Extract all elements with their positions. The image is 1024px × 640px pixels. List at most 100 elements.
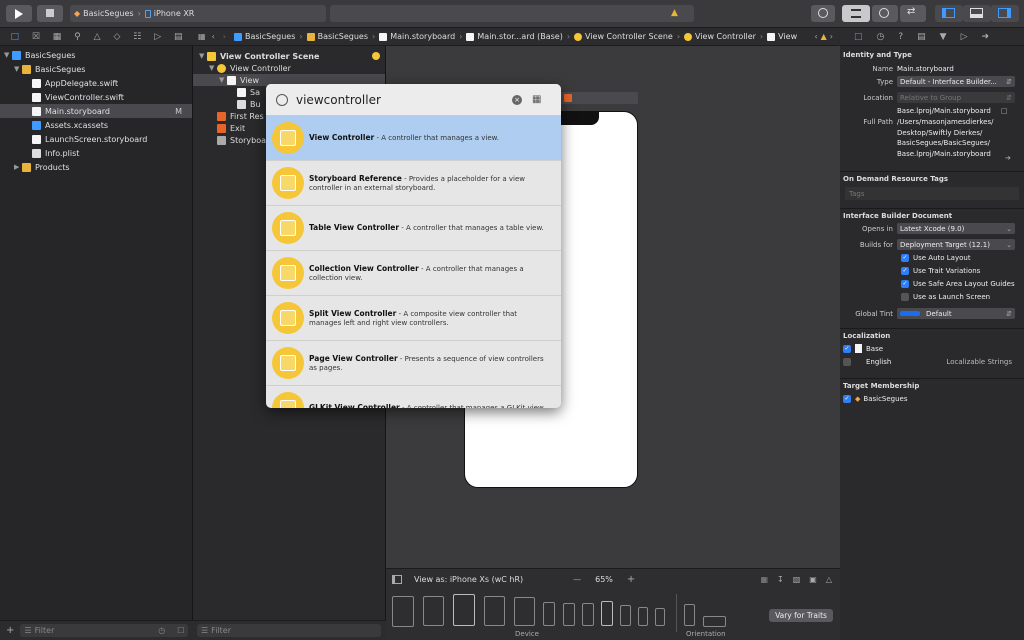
scm-filter-icon[interactable]: ☐ [177,626,184,635]
breadcrumb-item[interactable]: Main.storyboard [390,32,455,41]
device-iphone-xs-max[interactable] [543,602,555,626]
disclosure-open-icon[interactable]: ▼ [14,65,22,73]
size-inspector-icon[interactable]: ▷ [961,32,968,42]
test-icon[interactable]: ◇ [113,32,120,42]
outline-toggle-icon[interactable] [392,574,402,584]
toggle-debug-button[interactable] [963,5,991,22]
outline-filter-field[interactable]: ☰ Filter [197,624,381,637]
library-item[interactable]: Table View Controller - A controller tha… [266,206,561,251]
option-checkbox[interactable]: ✓ [901,266,909,275]
warning-icon[interactable]: ▲ [821,32,827,41]
breadcrumb-item[interactable]: BasicSegues [318,32,368,41]
membership-checkbox[interactable]: ✓ [843,394,851,403]
builds-for-popup[interactable]: Deployment Target (12.1) ⌄ [897,239,1015,250]
library-item[interactable]: Page View Controller - Presents a sequen… [266,341,561,386]
folder-icon[interactable]: □ [1001,107,1008,115]
file-inspector-icon[interactable]: □ [854,32,863,42]
opens-in-popup[interactable]: Latest Xcode (9.0) ⌄ [897,223,1015,234]
library-item[interactable]: GLKit View Controller - A controller tha… [266,386,561,408]
history-icon[interactable]: ◷ [877,32,885,42]
assistant-editor-button[interactable] [872,5,898,22]
folder-icon[interactable]: □ [10,32,19,42]
navigator-item[interactable]: ▶ Products [0,160,192,174]
global-tint-popup[interactable]: Default ⇵ [897,308,1015,319]
breadcrumb-item[interactable]: View Controller Scene [585,32,673,41]
forward-icon[interactable]: › [223,32,226,41]
navigator-item[interactable]: ▼ BasicSegues [0,48,192,62]
tags-field[interactable]: Tags [845,187,1019,200]
zoom-out-button[interactable]: — [573,575,581,584]
reveal-arrow-icon[interactable]: ➔ [1005,154,1011,162]
localization-type-popup[interactable]: Localizable Strings [946,358,1012,366]
breadcrumb-item[interactable]: Main.stor...ard (Base) [477,32,562,41]
library-button[interactable] [811,5,835,22]
navigator-item[interactable]: Main.storyboard M [0,104,192,118]
grid-view-icon[interactable]: ▦ [532,94,541,105]
connections-inspector-icon[interactable]: ➜ [982,32,990,42]
device-ipad-air[interactable] [484,596,505,626]
standard-editor-button[interactable] [842,5,870,22]
device-iphone-8-plus[interactable] [582,603,594,626]
library-item[interactable]: Split View Controller - A composite view… [266,296,561,341]
outline-item[interactable]: ▼ View Controller [193,62,385,74]
device-iphone-4s[interactable] [655,608,665,626]
attributes-inspector-icon[interactable]: ▼ [940,32,947,42]
identity-inspector-icon[interactable]: ▤ [917,32,926,42]
breakpoint-icon[interactable]: ▷ [154,32,161,42]
navigator-item[interactable]: ▼ BasicSegues [0,62,192,76]
device-iphone-xr[interactable] [563,603,575,626]
outline-item[interactable]: ▼ View Controller Scene [193,50,385,62]
align-icon[interactable]: ▧ [793,575,801,584]
orientation-portrait[interactable] [684,604,695,626]
navigator-item[interactable]: ViewController.swift [0,90,192,104]
recent-icon[interactable]: ◷ [158,626,165,635]
debug-icon[interactable]: ☷ [133,32,141,42]
pin-icon[interactable]: ▣ [809,575,817,584]
report-icon[interactable]: ▤ [174,32,183,42]
help-icon[interactable]: ? [898,32,903,42]
resolve-issues-icon[interactable]: △ [826,575,832,584]
library-item[interactable]: View Controller - A controller that mana… [266,116,561,161]
prev-issue-icon[interactable]: ‹ [814,32,817,41]
option-checkbox[interactable]: ✓ [901,279,909,288]
scheme-selector[interactable]: ◆ BasicSegues › iPhone XR [70,5,326,22]
embed-icon[interactable]: ↧ [777,575,784,584]
issue-icon[interactable]: △ [94,32,101,42]
disclosure-open-icon[interactable]: ▼ [199,52,207,60]
device-ipad-mini[interactable] [514,597,535,626]
localization-checkbox[interactable] [843,357,851,366]
next-issue-icon[interactable]: › [830,32,833,41]
library-item[interactable]: Storyboard Reference - Provides a placeh… [266,161,561,206]
device-iphone-se[interactable] [638,607,648,626]
source-control-icon[interactable]: ☒ [32,32,40,42]
disclosure-open-icon[interactable]: ▼ [219,76,227,84]
vary-for-traits-button[interactable]: Vary for Traits [769,609,833,622]
disclosure-open-icon[interactable]: ▼ [209,64,217,72]
related-items-icon[interactable]: ▦ [198,32,206,41]
search-icon[interactable]: ⚲ [74,32,81,42]
option-checkbox[interactable] [901,292,909,301]
symbol-icon[interactable]: ▦ [53,32,62,42]
breadcrumb-item[interactable]: BasicSegues [245,32,295,41]
update-frames-icon[interactable]: ▦ [760,575,768,584]
option-checkbox[interactable]: ✓ [901,253,909,262]
navigator-item[interactable]: Assets.xcassets [0,118,192,132]
library-item[interactable]: Collection View Controller - A controlle… [266,251,561,296]
zoom-in-button[interactable]: + [627,574,635,585]
view-as-label[interactable]: View as: iPhone Xs (wC hR) [414,575,523,584]
navigator-filter-field[interactable]: ☰ Filter ◷ ☐ [20,624,189,637]
toggle-navigator-button[interactable] [935,5,963,22]
orientation-landscape[interactable] [703,616,726,627]
breadcrumb-item[interactable]: View Controller [695,32,756,41]
device-iphone-xs[interactable] [601,601,613,626]
toggle-inspector-button[interactable] [991,5,1019,22]
back-icon[interactable]: ‹ [212,32,215,41]
localization-checkbox[interactable]: ✓ [843,344,851,353]
add-icon[interactable]: + [6,625,14,636]
stop-button[interactable] [37,5,63,22]
disclosure-open-icon[interactable]: ▼ [4,51,12,59]
location-popup[interactable]: Relative to Group ⇵ [897,92,1015,103]
library-search-input[interactable] [296,92,506,107]
device-ipad-pro-11[interactable] [423,596,444,626]
breadcrumb-item[interactable]: View [778,32,797,41]
